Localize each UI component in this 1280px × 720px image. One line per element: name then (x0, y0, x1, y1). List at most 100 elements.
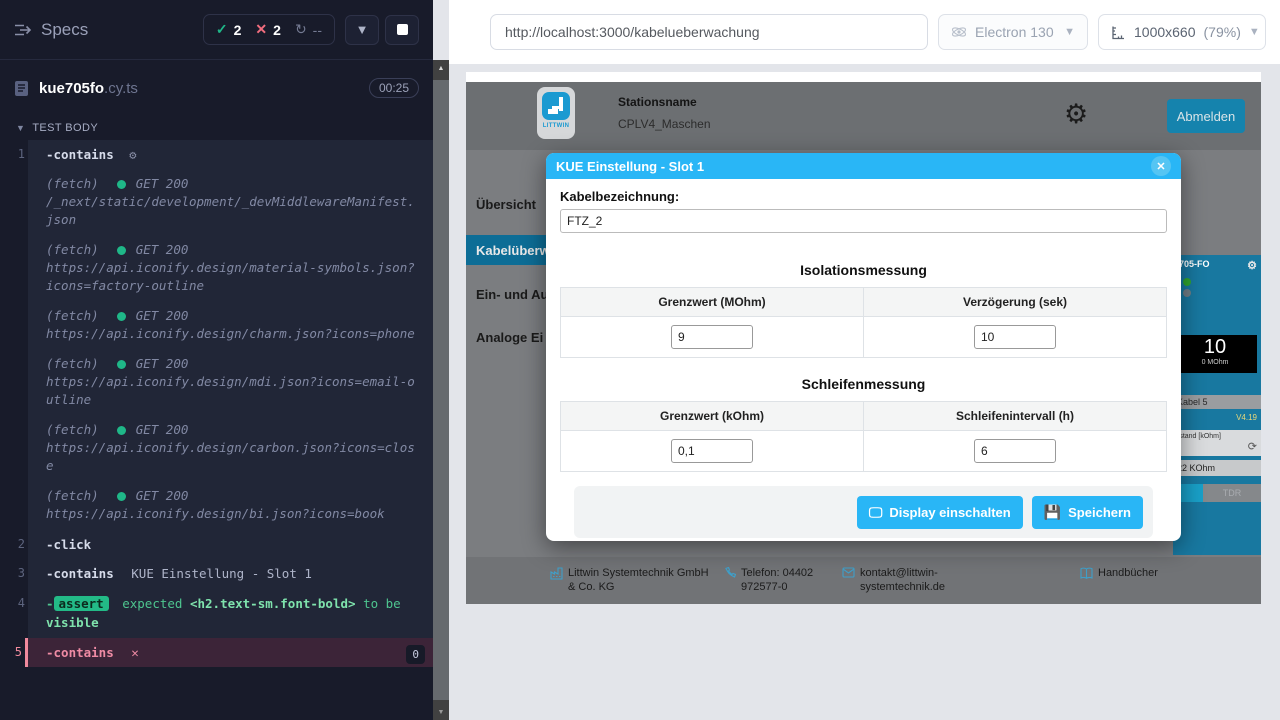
aut-topbar: Electron 130 ▼ 1000x660 (79%) ▼ (449, 0, 1280, 64)
insulation-limit-header: Grenzwert (MOhm) (561, 288, 864, 317)
loop-limit-input[interactable] (671, 439, 753, 463)
nav-item-analog[interactable]: Analoge Ei (476, 330, 543, 345)
viewport-size-select[interactable]: 1000x660 (79%) ▼ (1098, 14, 1266, 50)
cable-designation-input[interactable] (560, 209, 1167, 233)
app-header: LITTWIN Stationsname CPLV4_Maschen ⚙ Abm… (466, 82, 1261, 150)
ruler-icon (1111, 25, 1126, 40)
test-body-section-header[interactable]: ▼ TEST BODY (0, 112, 433, 140)
phone-icon (724, 567, 736, 594)
command-click[interactable]: 2 -click (28, 530, 433, 559)
device-display: 10 0 MOhm (1173, 335, 1257, 373)
retry-count-badge: 0 (406, 645, 425, 664)
fail-x-icon: ✕ (131, 645, 139, 660)
littwin-logo-icon (542, 92, 570, 120)
stop-run-button[interactable] (385, 15, 419, 45)
failed-x-icon: ✕ (255, 21, 267, 38)
cypress-reporter: Specs ✓ 2 ✕ 2 ↻ -- ▼ kue705fo (0, 0, 433, 720)
littwin-logo: LITTWIN (537, 87, 575, 139)
viewport-size: 1000x660 (1134, 24, 1196, 40)
nav-item-io[interactable]: Ein- und Au (476, 287, 548, 302)
scrollbar-down-arrow[interactable]: ▼ (433, 704, 449, 720)
footer-email: kontakt@littwin-systemtechnik.de (842, 566, 972, 594)
logout-button[interactable]: Abmelden (1167, 99, 1245, 133)
scrollbar-thumb[interactable] (433, 80, 449, 700)
section-chevron-icon: ▼ (16, 123, 25, 133)
device-title: 705-FO (1179, 259, 1210, 272)
modal-title-bar: KUE Einstellung - Slot 1 ✕ (546, 153, 1181, 179)
reporter-scrollbar[interactable]: ▲ ▼ (433, 60, 449, 720)
station-label: Stationsname (618, 95, 711, 109)
specs-menu-icon (14, 23, 32, 37)
chevron-down-icon: ▼ (1064, 26, 1075, 38)
command-assert[interactable]: 4 -assert expected <h2.text-sm.font-bold… (28, 588, 433, 638)
chevron-down-icon: ▼ (356, 22, 369, 37)
command-log: 1 -contains ⚙ (fetch)GET 200 /_next/stat… (28, 140, 433, 667)
command-contains-1[interactable]: 1 -contains ⚙ (28, 140, 433, 170)
reporter-header: Specs ✓ 2 ✕ 2 ↻ -- ▼ (0, 0, 433, 60)
modal-title: KUE Einstellung - Slot 1 (556, 159, 704, 174)
command-contains-failed[interactable]: 5 -contains ✕ 0 (25, 638, 433, 667)
display-on-button[interactable]: 🖵 Display einschalten (857, 496, 1023, 529)
url-input[interactable] (490, 14, 928, 50)
device-resistance-label: rstand [kOhm] ⟳ (1173, 430, 1261, 456)
pending-restart-icon: ↻ (295, 21, 307, 38)
loop-interval-header: Schleifenintervall (h) (864, 402, 1167, 431)
monitor-icon: 🖵 (869, 504, 883, 521)
spec-file-row[interactable]: kue705fo .cy.ts 00:25 (0, 64, 433, 112)
command-contains-3[interactable]: 3 -contains KUE Einstellung - Slot 1 (28, 559, 433, 588)
device-tab-tdr[interactable]: TDR (1203, 484, 1261, 502)
aut-stage: Electron 130 ▼ 1000x660 (79%) ▼ LITTWIN … (449, 0, 1280, 720)
spec-ext: .cy.ts (104, 80, 138, 97)
insulation-table: Grenzwert (MOhm) Verzögerung (sek) (560, 287, 1167, 358)
refresh-icon[interactable]: ⟳ (1177, 440, 1257, 453)
status-dot-icon (117, 246, 126, 255)
device-cable-label: Kabel 5 (1173, 395, 1261, 409)
email-icon (842, 567, 855, 594)
status-dot-icon (117, 180, 126, 189)
stat-pending: ↻ -- (295, 21, 322, 38)
device-gear-icon[interactable]: ⚙ (1247, 259, 1257, 272)
fetch-log-6[interactable]: (fetch)GET 200 https://api.iconify.desig… (28, 482, 433, 530)
save-button[interactable]: 💾 Speichern (1032, 496, 1143, 529)
passed-check-icon: ✓ (216, 21, 228, 38)
loop-table: Grenzwert (kOhm) Schleifenintervall (h) (560, 401, 1167, 472)
modal-close-button[interactable]: ✕ (1151, 156, 1171, 176)
kue-settings-modal: KUE Einstellung - Slot 1 ✕ Kabelbezeichn… (546, 153, 1181, 541)
spec-duration-badge: 00:25 (369, 78, 419, 98)
collapse-reporter-button[interactable]: ▼ (345, 15, 379, 45)
spec-file-icon (14, 80, 29, 97)
factory-icon (550, 567, 563, 594)
spec-name: kue705fo (39, 80, 104, 97)
device-panel-partial: 705-FO ⚙ 10 0 MOhm Kabel 5 V4.19 rstand … (1173, 255, 1261, 555)
fetch-log-2[interactable]: (fetch)GET 200 https://api.iconify.desig… (28, 236, 433, 302)
fetch-log-3[interactable]: (fetch)GET 200 https://api.iconify.desig… (28, 302, 433, 350)
viewport-zoom: (79%) (1204, 24, 1241, 40)
book-icon (1080, 567, 1093, 580)
stat-failed: ✕ 2 (255, 21, 281, 38)
footer-phone: Telefon: 04402 972577-0 (724, 566, 842, 594)
close-x-icon: ✕ (1156, 160, 1165, 173)
modal-footer: 🖵 Display einschalten 💾 Speichern (574, 486, 1153, 538)
specs-button[interactable]: Specs (14, 20, 88, 40)
device-version: V4.19 (1173, 409, 1261, 422)
insulation-limit-input[interactable] (671, 325, 753, 349)
run-stats: ✓ 2 ✕ 2 ↻ -- (203, 14, 335, 45)
nav-item-overview[interactable]: Übersicht (476, 197, 536, 212)
settings-gear-icon[interactable]: ⚙ (1064, 99, 1088, 130)
stat-passed: ✓ 2 (216, 21, 242, 38)
browser-select[interactable]: Electron 130 ▼ (938, 14, 1088, 50)
fetch-log-1[interactable]: (fetch)GET 200 /_next/static/development… (28, 170, 433, 236)
app-under-test: LITTWIN Stationsname CPLV4_Maschen ⚙ Abm… (466, 72, 1261, 604)
device-tabs: TDR (1173, 484, 1261, 502)
fetch-log-5[interactable]: (fetch)GET 200 https://api.iconify.desig… (28, 416, 433, 482)
floppy-disk-icon: 💾 (1044, 504, 1061, 521)
fetch-log-4[interactable]: (fetch)GET 200 https://api.iconify.desig… (28, 350, 433, 416)
footer-company: Littwin Systemtechnik GmbH & Co. KG (550, 566, 712, 594)
insulation-heading: Isolationsmessung (560, 262, 1167, 278)
loop-interval-input[interactable] (974, 439, 1056, 463)
footer-manuals[interactable]: Handbücher (1080, 566, 1158, 580)
insulation-delay-header: Verzögerung (sek) (864, 288, 1167, 317)
insulation-delay-input[interactable] (974, 325, 1056, 349)
loop-heading: Schleifenmessung (560, 376, 1167, 392)
scrollbar-up-arrow[interactable]: ▲ (433, 60, 449, 76)
